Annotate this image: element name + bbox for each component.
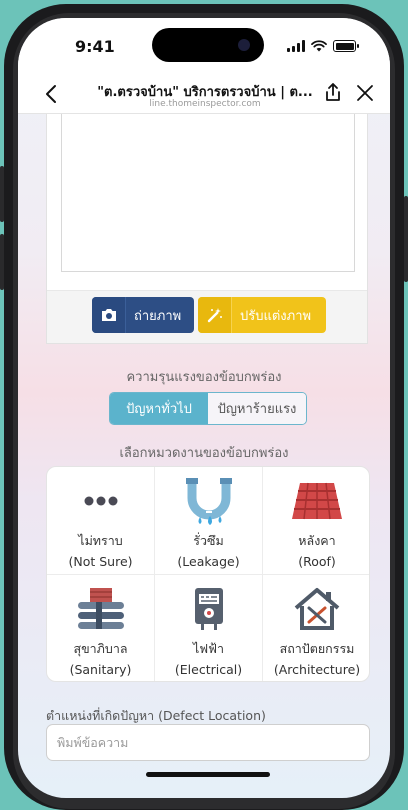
screen: 9:41 "ต.ตรวจบ้าน" บริการตรวจบ้าน | ต... … (18, 18, 390, 798)
camera-lens-icon (238, 39, 250, 51)
severity-option-serious[interactable]: ปัญหาร้ายแรง (208, 393, 306, 424)
photo-card: ถ่ายภาพ ปรับแต่งภาพ (46, 114, 368, 344)
roof-tiles-icon (287, 477, 347, 525)
volume-button (0, 234, 4, 290)
dots-icon (71, 477, 131, 525)
browser-header: "ต.ตรวจบ้าน" บริการตรวจบ้าน | ต... line.… (18, 74, 390, 114)
category-label-th: หลังคา (298, 533, 336, 548)
volume-button (0, 166, 4, 222)
take-photo-label: ถ่ายภาพ (134, 308, 182, 324)
category-electrical[interactable]: ไฟฟ้า (Electrical) (155, 575, 263, 681)
leaking-pipe-icon (179, 477, 239, 525)
share-icon[interactable] (322, 81, 344, 103)
status-time: 9:41 (75, 37, 115, 56)
severity-toggle: ปัญหาทั่วไป ปัญหาร้ายแรง (109, 392, 307, 425)
photo-preview-area[interactable] (61, 114, 355, 272)
house-tools-icon (287, 585, 347, 633)
cellular-signal-icon (287, 40, 305, 52)
page-url: line.thomeinspector.com (149, 99, 261, 109)
category-leakage[interactable]: รั่วซึม (Leakage) (155, 467, 263, 575)
category-label-th: รั่วซึม (193, 533, 224, 548)
close-icon[interactable] (354, 82, 376, 104)
status-bar: 9:41 (18, 18, 390, 74)
category-architecture[interactable]: สถาปัตยกรรม (Architecture) (263, 575, 369, 681)
category-label-th: ไม่ทราบ (78, 533, 123, 548)
severity-heading: ความรุนแรงของข้อบกพร่อง (126, 370, 282, 385)
category-label-th: ไฟฟ้า (192, 641, 224, 656)
category-label-en: (Roof) (298, 554, 336, 569)
defect-location-label: ตำแหน่งที่เกิดปัญหา (Defect Location) (46, 708, 266, 723)
category-label-en: (Architecture) (273, 662, 361, 677)
category-grid: ไม่ทราบ (Not Sure) รั่วซึม (Leakage) หลั… (46, 466, 370, 682)
back-icon[interactable] (40, 82, 64, 106)
photo-action-bar: ถ่ายภาพ ปรับแต่งภาพ (47, 290, 367, 343)
electric-meter-icon (179, 585, 239, 633)
category-label-th: สถาปัตยกรรม (279, 641, 355, 656)
sanitary-pipes-icon (71, 585, 131, 633)
take-photo-button[interactable]: ถ่ายภาพ (92, 297, 194, 333)
category-roof[interactable]: หลังคา (Roof) (263, 467, 369, 575)
home-indicator (146, 772, 270, 777)
category-label-en: (Electrical) (174, 662, 243, 677)
edit-photo-label: ปรับแต่งภาพ (240, 308, 312, 324)
category-label-en: (Sanitary) (69, 662, 132, 677)
category-label-en: (Not Sure) (68, 554, 133, 569)
category-heading: เลือกหมวดงานของข้อบกพร่อง (119, 446, 289, 461)
edit-photo-button[interactable]: ปรับแต่งภาพ (198, 297, 326, 333)
category-sanitary[interactable]: สุขาภิบาล (Sanitary) (47, 575, 155, 681)
power-button (404, 196, 408, 282)
defect-location-input[interactable] (46, 724, 370, 761)
category-label-th: สุขาภิบาล (73, 641, 128, 656)
status-icons (287, 40, 359, 52)
category-not-sure[interactable]: ไม่ทราบ (Not Sure) (47, 467, 155, 575)
severity-option-general[interactable]: ปัญหาทั่วไป (110, 393, 208, 424)
battery-icon (333, 40, 359, 52)
wifi-icon (311, 40, 327, 52)
magic-wand-icon (198, 297, 232, 333)
category-label-en: (Leakage) (177, 554, 240, 569)
dynamic-island (152, 28, 264, 62)
camera-icon (92, 297, 126, 333)
